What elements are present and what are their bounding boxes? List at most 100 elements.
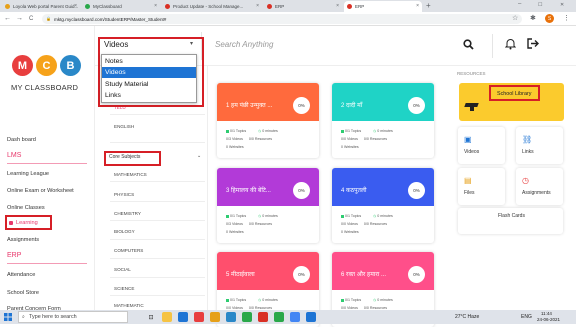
tab-loyola[interactable]: Loyola Web portal Parent Guid... ×: [2, 1, 80, 12]
app-icon[interactable]: [306, 312, 316, 322]
reload-icon[interactable]: C: [29, 15, 33, 23]
tab-erp-active[interactable]: ERP ×: [344, 1, 422, 12]
close-icon[interactable]: ×: [154, 3, 157, 9]
browser-tab-bar: Loyola Web portal Parent Guid... × MyCla…: [0, 0, 576, 12]
resource-files[interactable]: ▤ Files: [458, 168, 505, 205]
videos-count: 0/3 Videos: [226, 137, 243, 141]
subject-item[interactable]: COMPUTERS: [114, 248, 143, 253]
forward-icon[interactable]: →: [16, 15, 23, 23]
sidebar-item-attendance[interactable]: Attendance: [7, 272, 35, 278]
resource-links[interactable]: ⛓ Links: [516, 127, 563, 164]
minutes-count: 0 minutes: [262, 129, 278, 133]
edge-icon[interactable]: [178, 312, 188, 322]
resources-count: 0/0 Resources: [363, 137, 388, 141]
clock-date[interactable]: 24-06-2021: [537, 317, 560, 322]
tab-product-update[interactable]: Product Update - School Manage... ×: [162, 1, 262, 12]
sidebar-item-assignments[interactable]: Assignments: [7, 237, 39, 243]
minimize-button[interactable]: –: [518, 1, 521, 7]
sidebar-item-school-store[interactable]: School Store: [7, 290, 39, 296]
subject-item[interactable]: SOCIAL: [114, 267, 131, 272]
star-icon[interactable]: ☆: [512, 14, 518, 22]
resources-count: 0/0 Resources: [363, 222, 388, 226]
maximize-button[interactable]: ☐: [538, 2, 542, 8]
task-view-icon[interactable]: ⊡: [146, 312, 156, 322]
sidebar-item-online-exam[interactable]: Online Exam or Worksheet: [7, 188, 74, 194]
clock-icon: ◷: [373, 298, 377, 302]
close-window-button[interactable]: ✕: [560, 2, 564, 8]
chapter-card[interactable]: 1 हम पंछी उन्मुक्त ... 0% 0/1 Topics ◷ 0 mi…: [217, 83, 319, 158]
close-icon[interactable]: ×: [416, 3, 419, 9]
tab-erp-1[interactable]: ERP ×: [264, 1, 342, 12]
app-icon[interactable]: [274, 312, 284, 322]
subject-item[interactable]: CHEMISTRY: [114, 211, 141, 216]
sidebar-item-dashboard[interactable]: Dash board: [7, 137, 36, 143]
resource-flash-cards[interactable]: Flash Cards: [458, 208, 563, 234]
favicon-icon: [347, 4, 352, 9]
url-field[interactable]: 🔒 mktg.myclassboard.com/StudentERP/Maste…: [42, 14, 522, 24]
logo-letter-m: M: [12, 55, 33, 76]
dropdown-option-study-material[interactable]: Study Material: [102, 79, 196, 90]
search-icon[interactable]: [463, 39, 474, 50]
websites-count: 0 Websites: [226, 230, 244, 234]
profile-avatar[interactable]: S: [545, 14, 554, 23]
highlight-box: [489, 85, 540, 101]
app-icon[interactable]: [210, 312, 220, 322]
sidebar-item-online-classes[interactable]: Online Classes: [7, 205, 45, 211]
windows-taskbar: ⌕ Type here to search ⊡ 27°C Haze ENG 11…: [0, 310, 576, 324]
resources-heading: RESOURCES: [457, 71, 486, 76]
bell-icon[interactable]: [505, 38, 516, 50]
dropdown-option-notes[interactable]: Notes: [102, 56, 196, 67]
weather-text[interactable]: 27°C Haze: [455, 314, 479, 320]
resources-count: 0/0 Resources: [248, 137, 273, 141]
resource-label: Assignments: [522, 190, 551, 196]
subject-item[interactable]: MATHEMATICS: [114, 172, 147, 177]
sidebar-item-learning-league[interactable]: Learning League: [7, 171, 49, 177]
file-explorer-icon[interactable]: [162, 312, 172, 322]
subject-item[interactable]: SCIENCE: [114, 286, 134, 291]
close-icon[interactable]: ×: [256, 3, 259, 9]
subject-item[interactable]: PHYSICS: [114, 192, 134, 197]
url-text: mktg.myclassboard.com/StudentERP/Master_…: [54, 16, 167, 22]
websites-count: 0 Websites: [226, 145, 244, 149]
windows-start-icon[interactable]: [4, 313, 12, 321]
subject-item[interactable]: MATHEMATIC: [114, 303, 144, 308]
app-icon[interactable]: [226, 312, 236, 322]
taskbar-search[interactable]: ⌕ Type here to search: [18, 311, 128, 323]
topic-icon: [341, 298, 344, 302]
resource-videos[interactable]: ▣ Videos: [458, 127, 505, 164]
dropdown-option-videos[interactable]: Videos: [102, 67, 196, 78]
close-icon[interactable]: ×: [74, 3, 77, 9]
clock-icon: ◷: [258, 214, 262, 218]
extensions-icon[interactable]: ✱: [530, 14, 536, 22]
videos-count: 0/0 Videos: [341, 137, 358, 141]
content-type-dropdown: Notes Videos Study Material Links: [101, 54, 197, 103]
clock-time[interactable]: 11:44: [541, 311, 552, 316]
dropdown-option-links[interactable]: Links: [102, 90, 196, 101]
card-videos-row: 0/0 Videos 0/0 Resources: [341, 137, 387, 141]
subject-item-english[interactable]: ENGLISH: [114, 124, 134, 129]
minutes-count: 0 minutes: [377, 298, 393, 302]
chapter-card[interactable]: 3 हिमालय की बेटि... 0% 0/1 Topics ◷ 0 minut…: [217, 168, 319, 243]
chrome-icon[interactable]: [290, 312, 300, 322]
chapter-card[interactable]: 2 दादी माँ 0% 0/1 Topics ◷ 0 minutes 0/0 Vid…: [332, 83, 434, 158]
tab-myclassboard[interactable]: MyClassboard ×: [82, 1, 160, 12]
resource-assignments[interactable]: ◷ Assignments: [516, 168, 563, 205]
card-topics-row: 0/1 Topics ◷ 0 minutes: [226, 129, 278, 133]
chapter-card[interactable]: 4 कठपुतली 0% 0/1 Topics ◷ 0 minutes 0/0 Vide…: [332, 168, 434, 243]
search-input[interactable]: Search Anything: [215, 40, 273, 49]
address-bar: ← → C 🔒 mktg.myclassboard.com/StudentERP…: [0, 12, 576, 26]
subject-item[interactable]: BIOLOGY: [114, 229, 135, 234]
new-tab-button[interactable]: +: [426, 1, 431, 10]
logout-icon[interactable]: [527, 38, 539, 49]
close-icon[interactable]: ×: [336, 3, 339, 9]
link-icon: ⛓: [522, 135, 533, 144]
app-icon[interactable]: [258, 312, 268, 322]
minutes-count: 0 minutes: [377, 129, 393, 133]
app-icon[interactable]: [242, 312, 252, 322]
app-icon[interactable]: [194, 312, 204, 322]
clock-icon: ◷: [258, 129, 262, 133]
language-indicator[interactable]: ENG: [521, 314, 532, 320]
menu-icon[interactable]: ⋮: [563, 14, 570, 22]
back-icon[interactable]: ←: [4, 15, 11, 23]
chevron-down-icon[interactable]: ⌄: [197, 153, 201, 159]
